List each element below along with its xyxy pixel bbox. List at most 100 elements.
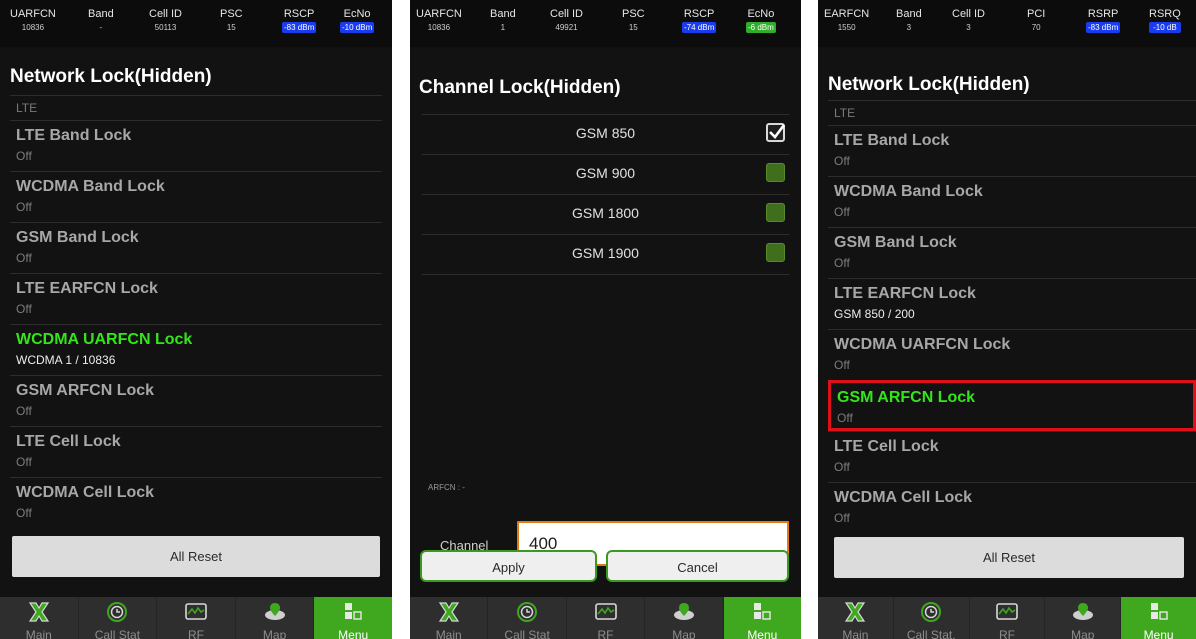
nav-map[interactable]: Map xyxy=(1045,597,1122,639)
map-icon xyxy=(1072,603,1093,620)
menu-item-title: WCDMA Band Lock xyxy=(16,178,165,195)
menu-item-lte-band-lock[interactable]: LTE Band Lock Off xyxy=(828,125,1196,176)
menu-item-value: Off xyxy=(834,256,850,270)
all-reset-button[interactable]: All Reset xyxy=(834,537,1184,578)
header-col-rscp: RSCP -74 dBm xyxy=(682,8,717,33)
menu-item-value: Off xyxy=(16,506,32,520)
page-title: Network Lock(Hidden) xyxy=(828,74,1030,95)
menu-item-lte-cell-lock[interactable]: LTE Cell Lock Off xyxy=(828,431,1196,482)
nav-label: Call Stat xyxy=(504,628,550,639)
arfcn-readout: ARFCN : - xyxy=(428,483,465,492)
checkbox-unchecked[interactable] xyxy=(766,203,785,222)
menu-item-wcdma-band-lock[interactable]: WCDMA Band Lock Off xyxy=(828,176,1196,227)
checkbox-unchecked[interactable] xyxy=(766,163,785,182)
rf-monitor-icon xyxy=(185,603,207,620)
menu-item-title: GSM ARFCN Lock xyxy=(837,389,976,406)
menu-item-lte-band-lock[interactable]: LTE Band Lock Off xyxy=(10,120,382,171)
section-header-lte: LTE xyxy=(828,100,1196,125)
header-col-ecno: EcNo -10 dBm xyxy=(340,8,375,33)
menu-item-value: Off xyxy=(16,302,32,316)
apply-button[interactable]: Apply xyxy=(420,550,597,582)
nav-label: Main xyxy=(842,628,869,639)
checkbox-checked[interactable] xyxy=(766,123,785,142)
header-col-band: Band 3 xyxy=(896,8,922,32)
nav-main[interactable]: Main xyxy=(0,597,79,639)
nav-label: Map xyxy=(262,628,287,639)
nav-rf[interactable]: RF xyxy=(567,597,646,639)
cancel-button[interactable]: Cancel xyxy=(606,550,789,582)
menu-item-title: LTE Cell Lock xyxy=(834,438,939,455)
menu-item-gsm-arfcn-lock[interactable]: GSM ARFCN Lock Off xyxy=(10,375,382,426)
nav-call-stat[interactable]: Call Stat xyxy=(79,597,158,639)
menu-item-wcdma-uarfcn-lock[interactable]: WCDMA UARFCN Lock Off xyxy=(828,329,1196,380)
all-reset-button[interactable]: All Reset xyxy=(12,536,380,577)
menu-item-value: Off xyxy=(834,154,850,168)
nav-label: Call Stat xyxy=(94,628,141,639)
header-col-cell-id: Cell ID 49921 xyxy=(550,8,584,32)
nav-label: Menu xyxy=(747,628,778,639)
nav-main[interactable]: Main xyxy=(818,597,894,639)
menu-item-title: LTE Cell Lock xyxy=(16,433,121,450)
map-icon xyxy=(673,603,694,620)
channel-label: GSM 850 xyxy=(575,125,636,141)
menu-item-wcdma-band-lock[interactable]: WCDMA Band Lock Off xyxy=(10,171,382,222)
bottom-nav: Main Call Stat RF Map Menu xyxy=(0,597,392,639)
channel-row-gsm-1900[interactable]: GSM 1900 xyxy=(422,234,789,275)
nav-rf[interactable]: RF xyxy=(157,597,236,639)
page-title: Network Lock(Hidden) xyxy=(10,66,212,87)
menu-item-value: Off xyxy=(16,149,32,163)
nav-label: Call Stat. xyxy=(906,628,956,639)
nav-label: Main xyxy=(435,628,462,639)
menu-item-wcdma-uarfcn-lock[interactable]: WCDMA UARFCN Lock WCDMA 1 / 10836 xyxy=(10,324,382,375)
nav-call-stat[interactable]: Call Stat. xyxy=(894,597,970,639)
header-col-pci: PCI 70 xyxy=(1027,8,1046,32)
header-col-uarfcn: UARFCN 10836 xyxy=(416,8,462,32)
menu-item-title: WCDMA Cell Lock xyxy=(16,484,155,501)
header-col-band: Band - xyxy=(88,8,114,32)
checkbox-unchecked[interactable] xyxy=(766,243,785,262)
header-col-ecno: EcNo -6 dBm xyxy=(746,8,776,33)
menu-item-title: GSM Band Lock xyxy=(834,234,957,251)
channel-row-gsm-900[interactable]: GSM 900 xyxy=(422,154,789,194)
nav-call-stat[interactable]: Call Stat xyxy=(488,597,567,639)
menu-item-value: Off xyxy=(837,411,853,425)
lock-menu-list: LTE LTE Band Lock Off WCDMA Band Lock Off … xyxy=(10,95,382,528)
menu-item-value: Off xyxy=(16,404,32,418)
menu-item-lte-earfcn-lock[interactable]: LTE EARFCN Lock Off xyxy=(10,273,382,324)
menu-item-lte-earfcn-lock[interactable]: LTE EARFCN Lock GSM 850 / 200 xyxy=(828,278,1196,329)
header-col-earfcn: EARFCN 1550 xyxy=(824,8,870,32)
menu-item-gsm-band-lock[interactable]: GSM Band Lock Off xyxy=(828,227,1196,278)
nav-menu[interactable]: Menu xyxy=(723,597,801,639)
menu-item-title: LTE EARFCN Lock xyxy=(834,285,976,302)
menu-item-gsm-arfcn-lock[interactable]: GSM ARFCN Lock Off xyxy=(828,380,1196,431)
call-stat-icon xyxy=(921,602,942,622)
channel-label: GSM 900 xyxy=(575,165,636,181)
header-col-rsrp: RSRP -83 dBm xyxy=(1086,8,1121,33)
checkmark-icon xyxy=(769,124,785,139)
nav-label: RF xyxy=(998,628,1015,639)
menu-item-gsm-band-lock[interactable]: GSM Band Lock Off xyxy=(10,222,382,273)
nav-label: Menu xyxy=(1143,628,1174,639)
channel-row-gsm-1800[interactable]: GSM 1800 xyxy=(422,194,789,234)
channel-row-gsm-850[interactable]: GSM 850 xyxy=(422,114,789,154)
status-header: EARFCN 1550 Band 3 Cell ID 3 PCI 70 RSRP -83 … xyxy=(818,0,1196,47)
menu-item-title: WCDMA UARFCN Lock xyxy=(16,331,193,348)
channel-list: GSM 850 GSM 900 GSM 1800 GSM 1900 xyxy=(422,114,789,275)
menu-item-title: GSM ARFCN Lock xyxy=(16,382,155,399)
menu-item-wcdma-cell-lock[interactable]: WCDMA Cell Lock Off xyxy=(10,477,382,528)
nav-menu[interactable]: Menu xyxy=(1121,597,1196,639)
nav-map[interactable]: Map xyxy=(236,597,315,639)
menu-item-value: Off xyxy=(834,358,850,372)
nav-map[interactable]: Map xyxy=(645,597,724,639)
nav-rf[interactable]: RF xyxy=(970,597,1046,639)
nav-menu[interactable]: Menu xyxy=(314,597,392,639)
header-col-psc: PSC 15 xyxy=(622,8,645,32)
menu-item-lte-cell-lock[interactable]: LTE Cell Lock Off xyxy=(10,426,382,477)
header-col-uarfcn: UARFCN 10836 xyxy=(10,8,56,32)
menu-item-wcdma-cell-lock[interactable]: WCDMA Cell Lock Off xyxy=(828,482,1196,533)
nav-label: Map xyxy=(1071,628,1095,639)
nav-label: RF xyxy=(597,628,614,639)
nav-main[interactable]: Main xyxy=(410,597,489,639)
header-col-rsrq: RSRQ -10 dB xyxy=(1149,8,1181,33)
menu-item-title: LTE Band Lock xyxy=(16,127,132,144)
